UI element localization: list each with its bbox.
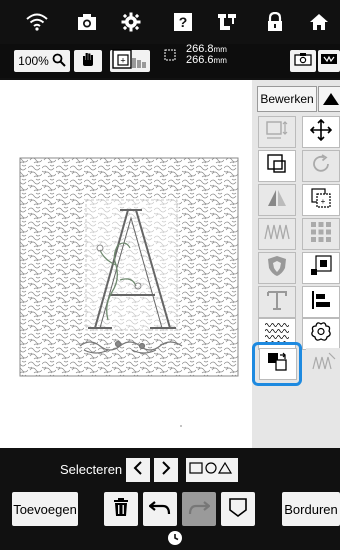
- tab-second[interactable]: [318, 86, 340, 112]
- align-icon: [310, 289, 332, 316]
- mirror-button[interactable]: [258, 184, 296, 216]
- decorative-fill-button[interactable]: [302, 318, 340, 350]
- redo-button[interactable]: [182, 492, 216, 526]
- width-unit: mm: [213, 45, 227, 54]
- delete-button[interactable]: [104, 492, 138, 526]
- chevron-right-icon: [160, 460, 172, 480]
- copy-icon: +: [310, 187, 332, 214]
- clock-icon[interactable]: [168, 531, 182, 545]
- svg-text:+: +: [120, 55, 125, 65]
- selected-tool-highlight: [252, 342, 302, 386]
- embroider-button[interactable]: Borduren: [282, 492, 340, 526]
- tab-bewerken-label: Bewerken: [260, 92, 314, 106]
- layout-preview-button[interactable]: +: [110, 48, 150, 74]
- zoom-button[interactable]: 100%: [14, 50, 70, 72]
- resize-button[interactable]: [258, 116, 296, 148]
- redo-icon: [188, 498, 211, 521]
- stitch-icon: [311, 351, 337, 376]
- move-button[interactable]: [302, 116, 340, 148]
- shapes-icon: [189, 461, 235, 480]
- svg-text:?: ?: [179, 14, 188, 30]
- resize-icon: [265, 120, 289, 145]
- svg-text:+: +: [321, 197, 326, 206]
- hoop-size-icon: [164, 48, 176, 66]
- trash-icon: [112, 497, 130, 522]
- tab-bewerken[interactable]: Bewerken: [257, 86, 317, 112]
- undo-button[interactable]: [143, 492, 177, 526]
- memory-button[interactable]: [318, 50, 340, 72]
- copy-button[interactable]: +: [302, 184, 340, 216]
- height-value: 266.6: [186, 54, 214, 66]
- camera-scan-button[interactable]: [290, 50, 316, 72]
- flower-icon: [309, 321, 333, 348]
- home-icon[interactable]: [306, 10, 332, 34]
- text-button[interactable]: [258, 286, 296, 318]
- camera-scan-icon: [294, 52, 312, 71]
- design-dimensions: 266.8mm 266.6mm: [186, 44, 227, 66]
- add-label: Toevoegen: [13, 501, 77, 517]
- group-icon: [267, 153, 287, 179]
- zoom-label: 100%: [18, 54, 49, 68]
- stitch-button[interactable]: [306, 348, 340, 378]
- applique-button[interactable]: [302, 252, 340, 284]
- shield-icon: [266, 255, 288, 282]
- memory-icon: [320, 52, 338, 71]
- undo-icon: [148, 498, 171, 521]
- rotate-icon: [310, 153, 332, 180]
- mirror-icon: [266, 188, 288, 213]
- hand-scroll-button[interactable]: [74, 50, 102, 72]
- border-button[interactable]: [258, 252, 296, 284]
- applique-icon: [310, 254, 332, 282]
- text-t-icon: [266, 289, 288, 316]
- array-icon: [310, 221, 332, 248]
- hand-icon: [80, 51, 96, 72]
- align-button[interactable]: [302, 286, 340, 318]
- group-button[interactable]: [258, 150, 296, 182]
- previous-select-button[interactable]: [126, 458, 150, 482]
- move-arrows-icon: [309, 118, 333, 146]
- magnifier-icon: [52, 53, 66, 70]
- multi-select-button[interactable]: [186, 458, 238, 482]
- gear-icon[interactable]: [118, 10, 144, 34]
- top-bar: ?: [0, 0, 340, 44]
- chevron-left-icon: [132, 460, 144, 480]
- select-label: Selecteren: [60, 462, 123, 477]
- hoop-icon: [228, 497, 248, 522]
- next-select-button[interactable]: [154, 458, 178, 482]
- density-button[interactable]: [258, 218, 296, 250]
- embroider-label: Borduren: [284, 501, 338, 517]
- camera-icon[interactable]: [74, 10, 100, 34]
- triangle-icon: [319, 93, 340, 115]
- array-button[interactable]: [302, 218, 340, 250]
- wifi-icon[interactable]: [24, 10, 50, 34]
- embroidery-canvas[interactable]: [0, 80, 253, 448]
- layout-preview-icon: +: [112, 48, 148, 74]
- machine-icon[interactable]: [214, 10, 240, 34]
- density-icon: [264, 223, 290, 246]
- height-unit: mm: [213, 56, 227, 65]
- rotate-button[interactable]: [302, 150, 340, 182]
- hoop-button[interactable]: [221, 492, 255, 526]
- design-preview: [19, 157, 239, 427]
- help-icon[interactable]: ?: [170, 10, 196, 34]
- lock-icon[interactable]: [262, 10, 288, 34]
- add-button[interactable]: Toevoegen: [12, 492, 78, 526]
